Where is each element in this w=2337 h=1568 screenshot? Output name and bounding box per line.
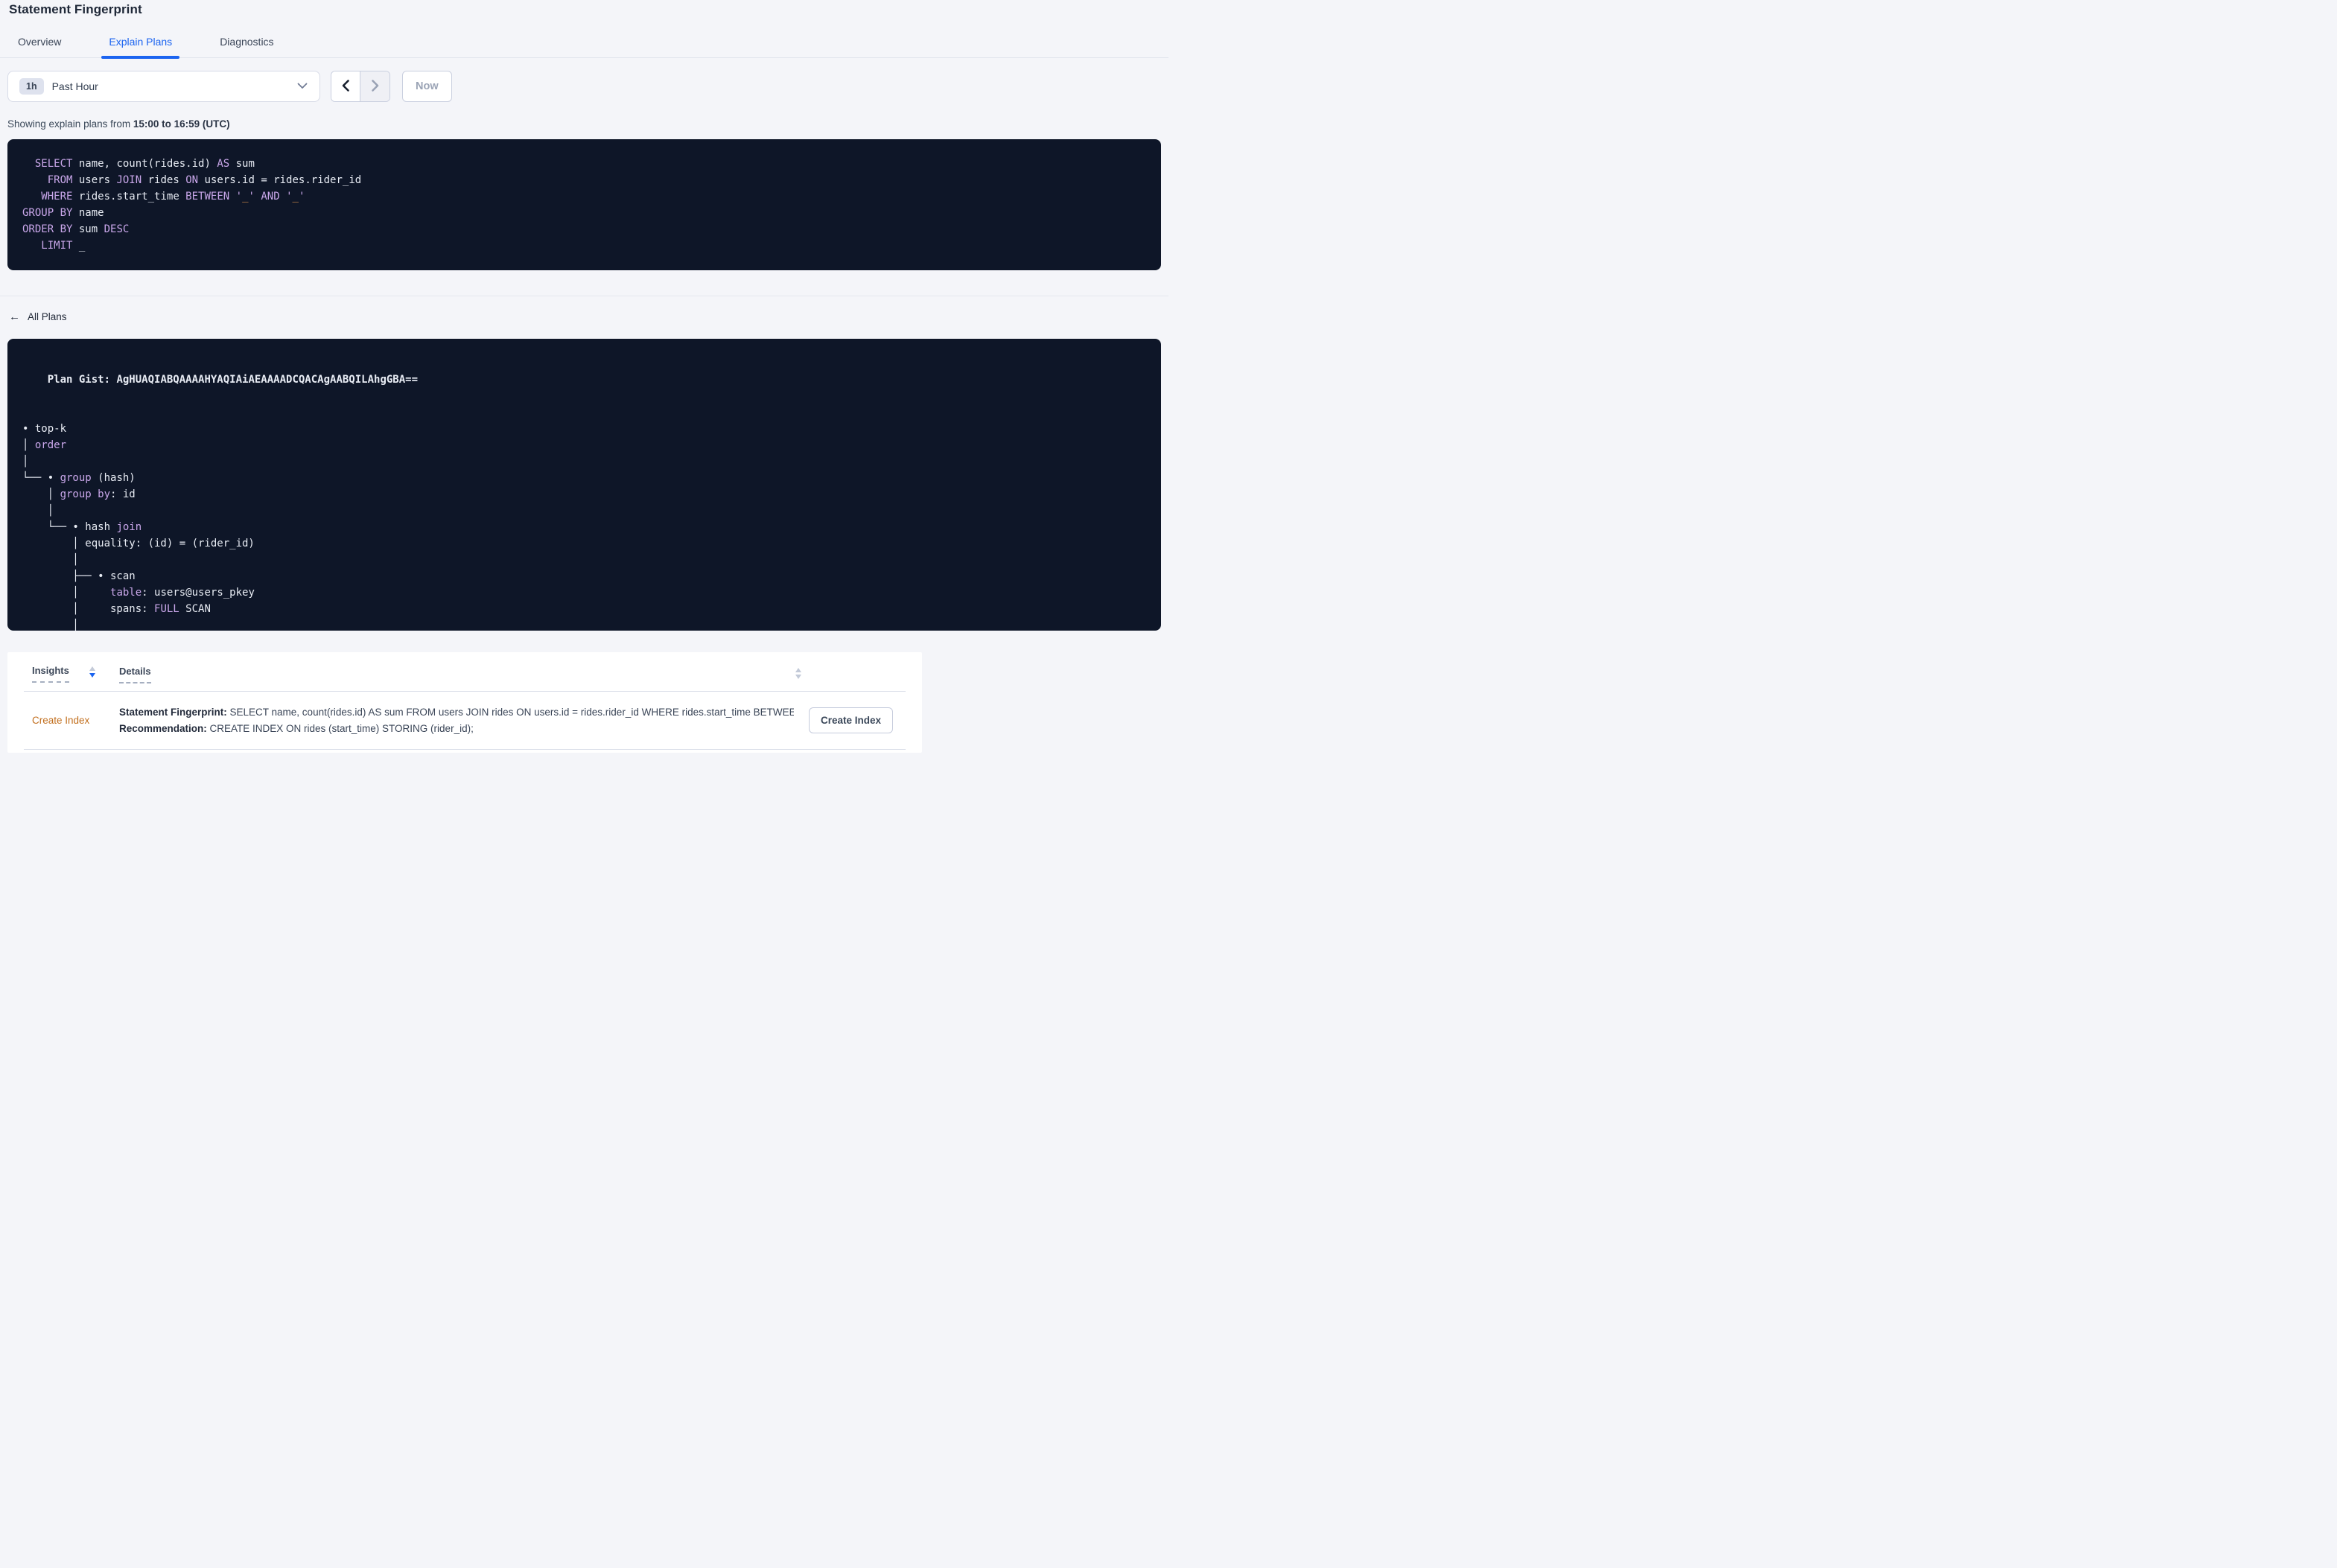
sort-insights-icon[interactable]: [89, 666, 95, 683]
plan-tree: • top-k │ order │ └── • group (hash) │ grou…: [22, 423, 255, 631]
insights-table-header: Insights Details: [7, 652, 922, 691]
statement-fingerprint-line: Statement Fingerprint: SELECT name, coun…: [119, 707, 794, 718]
recommendation-line: Recommendation: CREATE INDEX ON rides (s…: [119, 723, 474, 734]
sql-fingerprint-code: SELECT name, count(rides.id) AS sum FROM…: [22, 158, 362, 252]
row-divider: [24, 749, 906, 750]
all-plans-link[interactable]: ← All Plans: [9, 311, 67, 322]
tab-bar: Overview Explain Plans Diagnostics: [0, 36, 1168, 59]
time-range-label: Past Hour: [51, 80, 98, 92]
tab-diagnostics[interactable]: Diagnostics: [220, 36, 273, 57]
insights-table-card: Insights Details Create Index Statement …: [7, 652, 922, 753]
showing-range-text: Showing explain plans from 15:00 to 16:5…: [7, 118, 230, 130]
plan-gist-block: Plan Gist: AgHUAQIABQAAAAHYAQIAiAEAAAADC…: [7, 339, 1161, 631]
sort-details-icon[interactable]: [795, 668, 801, 679]
sort-down-arrow: [795, 675, 801, 679]
time-pager: [331, 71, 390, 102]
arrow-left-icon: ←: [9, 310, 20, 323]
time-controls: 1h Past Hour Now: [7, 71, 1161, 102]
chevron-left-icon: [341, 79, 350, 95]
sql-fingerprint-block: SELECT name, count(rides.id) AS sum FROM…: [7, 139, 1161, 270]
time-range-dropdown[interactable]: 1h Past Hour: [7, 71, 320, 102]
plan-gist-label: Plan Gist:: [47, 374, 117, 386]
all-plans-label: All Plans: [28, 311, 67, 322]
plan-gist-value: AgHUAQIABQAAAAHYAQIAiAEAAAADCQACAgAABQIL…: [116, 374, 419, 386]
tab-overview[interactable]: Overview: [18, 36, 61, 57]
table-row: Create Index Statement Fingerprint: SELE…: [7, 692, 922, 749]
column-header-insights[interactable]: Insights: [32, 665, 69, 683]
showing-range-value: 15:00 to 16:59 (UTC): [133, 118, 230, 130]
create-index-button[interactable]: Create Index: [808, 707, 893, 733]
chevron-down-icon: [297, 80, 308, 93]
tab-explain-plans[interactable]: Explain Plans: [101, 36, 179, 59]
previous-interval-button[interactable]: [331, 71, 360, 101]
chevron-right-icon: [371, 79, 380, 95]
plan-gist: Plan Gist: AgHUAQIABQAAAAHYAQIAiAEAAAADC…: [22, 355, 1146, 404]
sort-up-arrow: [795, 668, 801, 672]
insight-details-cell: Statement Fingerprint: SELECT name, coun…: [119, 707, 794, 734]
insight-type-link[interactable]: Create Index: [32, 715, 111, 726]
sort-down-arrow: [89, 673, 95, 678]
page-title: Statement Fingerprint: [9, 2, 142, 16]
now-button[interactable]: Now: [402, 71, 452, 102]
column-header-details[interactable]: Details: [119, 666, 151, 683]
time-range-badge: 1h: [19, 78, 44, 95]
sort-up-arrow: [89, 666, 95, 671]
next-interval-button[interactable]: [360, 71, 390, 101]
